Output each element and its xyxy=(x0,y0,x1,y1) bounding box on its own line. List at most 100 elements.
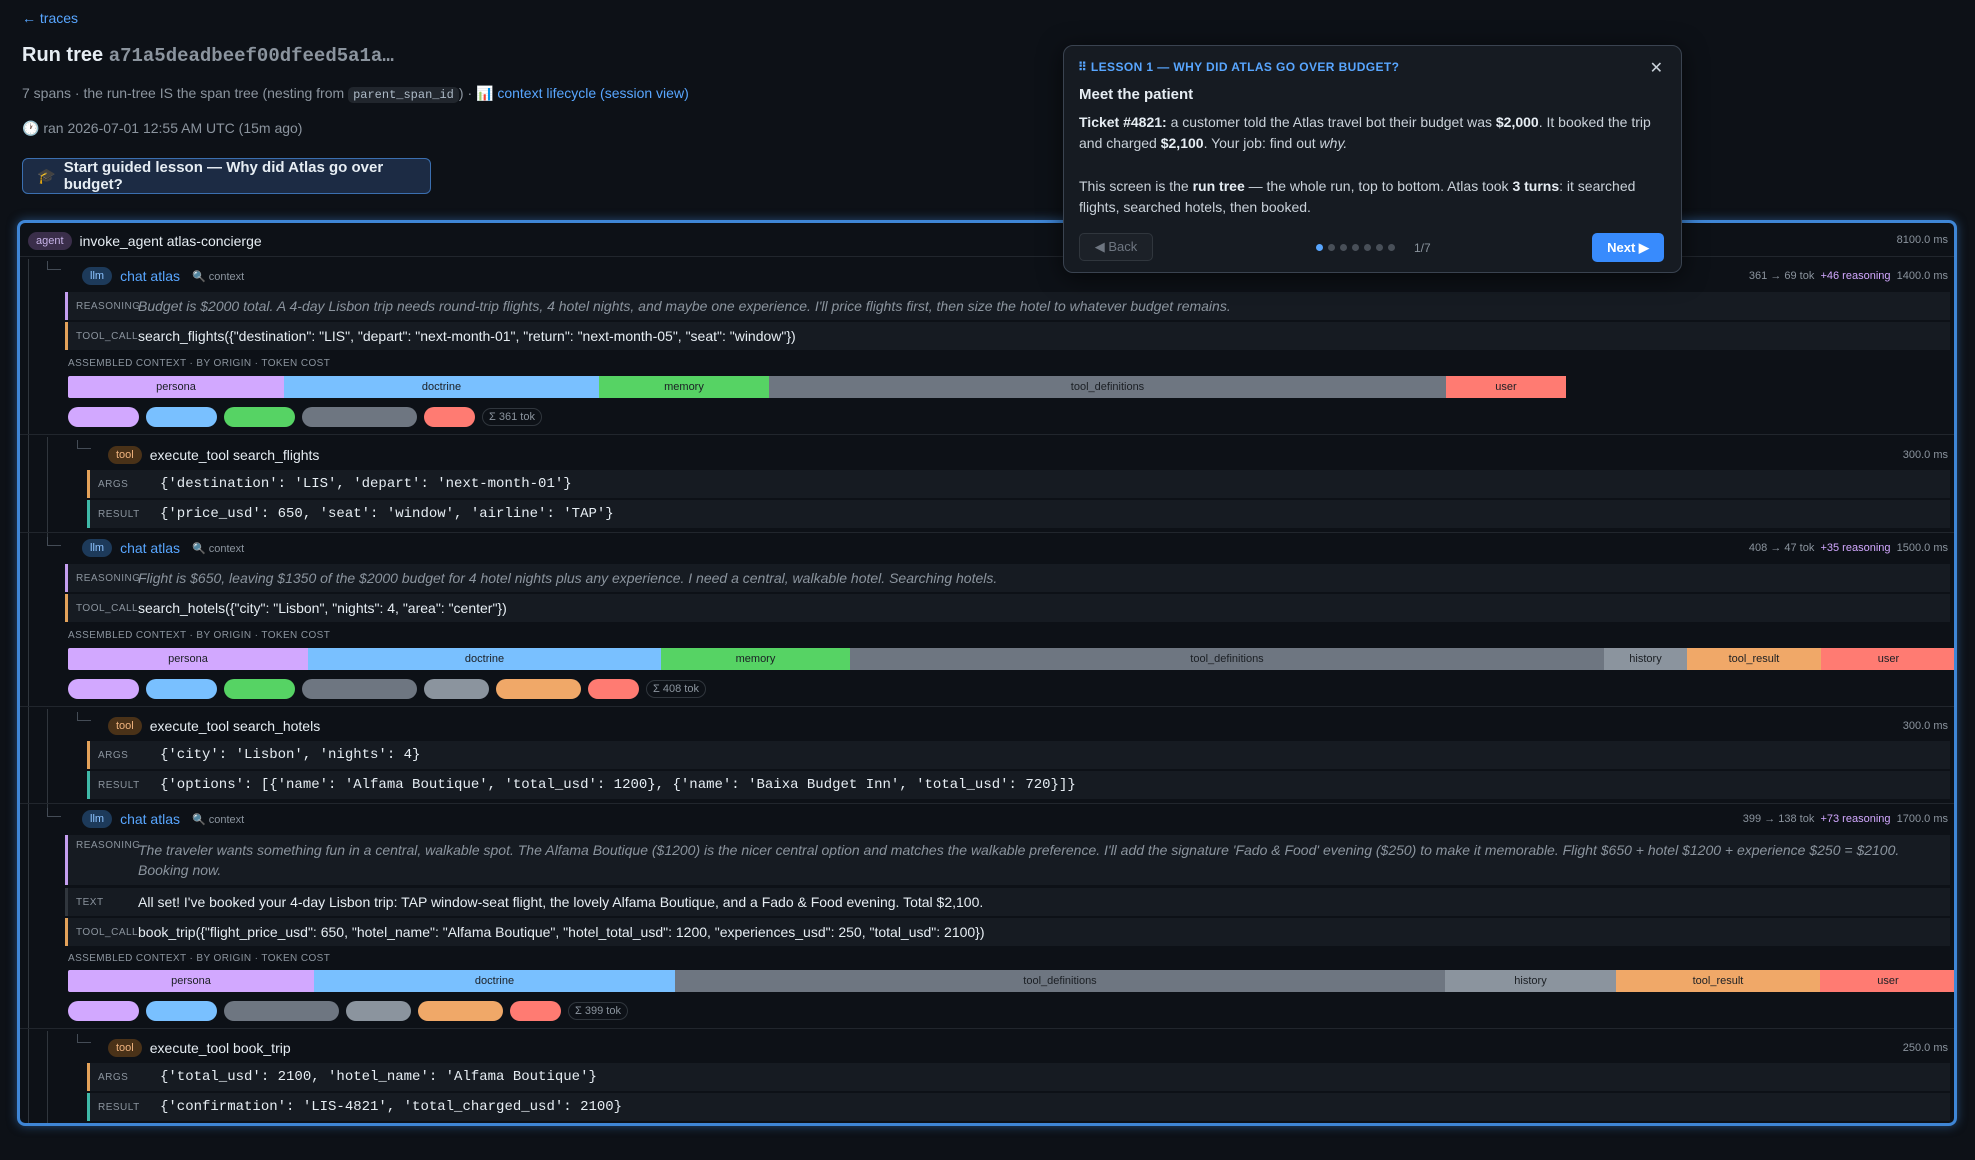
context-segment-tool-definitions[interactable]: tool_definitions xyxy=(850,648,1604,670)
context-segment-persona[interactable]: persona xyxy=(68,648,308,670)
context-lifecycle-link[interactable]: context lifecycle (session view) xyxy=(497,85,688,101)
context-segment-tool-definitions[interactable]: tool_definitions xyxy=(769,376,1446,398)
reasoning-tokens: +35 reasoning xyxy=(1820,542,1891,554)
line-label: ARGS xyxy=(98,1071,129,1083)
step-dot[interactable] xyxy=(1364,244,1371,251)
close-icon[interactable]: ✕ xyxy=(1650,58,1663,78)
context-pill-persona[interactable] xyxy=(68,679,139,699)
context-segment-doctrine[interactable]: doctrine xyxy=(314,970,675,992)
context-pill-history[interactable] xyxy=(346,1001,411,1021)
context-pill-doctrine[interactable] xyxy=(146,679,217,699)
context-link[interactable]: 🔍 context xyxy=(192,270,244,283)
context-pill-user[interactable] xyxy=(510,1001,561,1021)
context-pill-doctrine[interactable] xyxy=(146,1001,217,1021)
budget-amount: $2,000 xyxy=(1495,114,1539,130)
step-dot[interactable] xyxy=(1352,244,1359,251)
span-name: execute_tool search_hotels xyxy=(149,718,321,734)
tree-connector xyxy=(77,440,91,449)
result-text: {'options': [{'name': 'Alfama Boutique',… xyxy=(160,777,1076,793)
context-bar: persona doctrine tool_definitions history to… xyxy=(68,970,1954,992)
span-tool-3[interactable]: tool execute_tool book_trip xyxy=(108,1035,1954,1061)
span-llm-3[interactable]: llm chat atlas 🔍 context xyxy=(82,806,1954,832)
tree-guide xyxy=(28,709,29,814)
context-link[interactable]: 🔍 context xyxy=(192,542,244,555)
context-pill-memory[interactable] xyxy=(224,679,295,699)
args-line: ARGS {'total_usd': 2100, 'hotel_name': '… xyxy=(87,1063,1950,1091)
context-pill-tool-result[interactable] xyxy=(496,679,581,699)
line-label: ARGS xyxy=(98,749,129,761)
context-pill-persona[interactable] xyxy=(68,1001,139,1021)
context-segment-tool-result[interactable]: tool_result xyxy=(1687,648,1821,670)
start-lesson-button[interactable]: 🎓 Start guided lesson — Why did Atlas go… xyxy=(22,158,431,194)
tool-call-text: search_hotels({"city": "Lisbon", "nights… xyxy=(138,600,507,616)
ticket-id: Ticket #4821: xyxy=(1079,114,1167,130)
context-segment-history[interactable]: history xyxy=(1604,648,1687,670)
lesson-kicker[interactable]: ⠿ LESSON 1 — WHY DID ATLAS GO OVER BUDGE… xyxy=(1078,60,1399,74)
context-segment-tool-result[interactable]: tool_result xyxy=(1616,970,1820,992)
span-duration: 1700.0 ms xyxy=(1896,813,1948,825)
context-segment-user[interactable]: user xyxy=(1446,376,1566,398)
context-segment-persona[interactable]: persona xyxy=(68,376,284,398)
span-llm-2[interactable]: llm chat atlas 🔍 context xyxy=(82,535,1954,561)
tree-connector xyxy=(47,537,61,546)
tree-connector xyxy=(47,261,61,270)
result-line: RESULT {'confirmation': 'LIS-4821', 'tot… xyxy=(87,1093,1950,1121)
context-pill-tool-result[interactable] xyxy=(418,1001,503,1021)
span-duration: 300.0 ms xyxy=(1902,449,1948,461)
token-sum-badge: Σ 399 tok xyxy=(568,1002,628,1020)
lesson-popup: ⠿ LESSON 1 — WHY DID ATLAS GO OVER BUDGE… xyxy=(1063,45,1682,273)
llm-badge: llm xyxy=(82,267,113,285)
start-lesson-label: Start guided lesson — Why did Atlas go o… xyxy=(63,159,384,193)
context-pill-doctrine[interactable] xyxy=(146,407,217,427)
tree-guide xyxy=(47,437,48,542)
context-segment-user[interactable]: user xyxy=(1821,648,1954,670)
ran-text: ran 2026-07-01 12:55 AM UTC (15m ago) xyxy=(43,120,303,136)
span-name: execute_tool book_trip xyxy=(149,1040,291,1056)
text: — the whole run, top to bottom. Atlas to… xyxy=(1244,178,1513,194)
span-tool-1[interactable]: tool execute_tool search_flights xyxy=(108,442,1954,468)
token-count: 408 → 47 tok xyxy=(1748,542,1815,554)
span-name[interactable]: chat atlas xyxy=(120,540,180,556)
step-dot[interactable] xyxy=(1316,244,1323,251)
line-label: RESULT xyxy=(98,779,140,791)
context-pill-user[interactable] xyxy=(588,679,639,699)
divider xyxy=(20,434,1954,435)
context-segment-doctrine[interactable]: doctrine xyxy=(308,648,661,670)
context-pill-persona[interactable] xyxy=(68,407,139,427)
context-link[interactable]: 🔍 context xyxy=(192,813,244,826)
context-segment-tool-definitions[interactable]: tool_definitions xyxy=(675,970,1445,992)
tree-connector xyxy=(47,808,61,817)
context-pill-tool-definitions[interactable] xyxy=(302,679,417,699)
context-segment-memory[interactable]: memory xyxy=(599,376,769,398)
next-button[interactable]: Next ▶ xyxy=(1592,233,1664,262)
back-button[interactable]: ◀ Back xyxy=(1079,233,1153,261)
span-name[interactable]: chat atlas xyxy=(120,811,180,827)
step-dot[interactable] xyxy=(1376,244,1383,251)
context-segment-doctrine[interactable]: doctrine xyxy=(284,376,599,398)
emphasis: why. xyxy=(1319,135,1348,151)
step-dot[interactable] xyxy=(1328,244,1335,251)
divider xyxy=(20,706,1954,707)
reasoning-text: Flight is $650, leaving $1350 of the $20… xyxy=(138,570,998,586)
result-text: {'price_usd': 650, 'seat': 'window', 'ai… xyxy=(160,506,614,522)
token-sum-badge: Σ 408 tok xyxy=(646,680,706,698)
context-pill-tool-definitions[interactable] xyxy=(224,1001,339,1021)
page-title: Run tree a71a5deadbeef00dfeed5a1a… xyxy=(22,44,394,67)
reasoning-line: REASONING Budget is $2000 total. A 4-day… xyxy=(65,292,1950,320)
tree-guide xyxy=(28,259,29,449)
context-segment-user[interactable]: user xyxy=(1820,970,1954,992)
span-tool-2[interactable]: tool execute_tool search_hotels xyxy=(108,713,1954,739)
context-pill-memory[interactable] xyxy=(224,407,295,427)
span-duration: 250.0 ms xyxy=(1902,1042,1948,1054)
context-pills: Σ 408 tok xyxy=(68,679,706,699)
span-name[interactable]: chat atlas xyxy=(120,268,180,284)
back-to-traces-link[interactable]: ← traces xyxy=(22,10,78,26)
step-dot[interactable] xyxy=(1340,244,1347,251)
step-dot[interactable] xyxy=(1388,244,1395,251)
context-pill-history[interactable] xyxy=(424,679,489,699)
context-segment-history[interactable]: history xyxy=(1445,970,1616,992)
context-pill-tool-definitions[interactable] xyxy=(302,407,417,427)
context-segment-persona[interactable]: persona xyxy=(68,970,314,992)
context-pill-user[interactable] xyxy=(424,407,475,427)
context-segment-memory[interactable]: memory xyxy=(661,648,850,670)
